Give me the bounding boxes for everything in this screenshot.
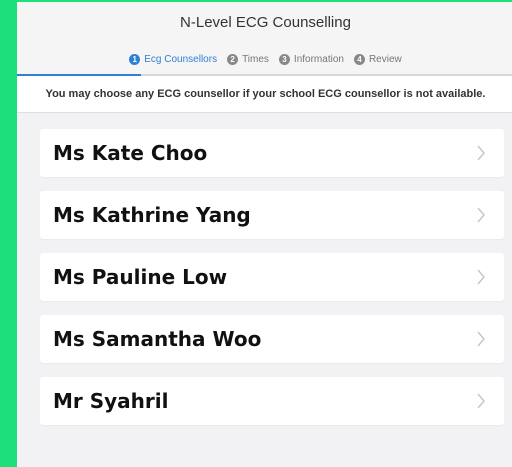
availability-notice: You may choose any ECG counsellor if you…	[17, 76, 512, 113]
counsellor-name: Ms Pauline Low	[53, 265, 228, 289]
step-ecg-counsellors[interactable]: 1 Ecg Counsellors	[129, 53, 218, 65]
step-label: Times	[242, 53, 269, 65]
counsellor-name: Mr Syahril	[53, 389, 169, 413]
window-frame: N-Level ECG Counselling 1 Ecg Counsellor…	[0, 0, 512, 467]
step-label: Information	[293, 53, 344, 65]
progress-fill	[17, 74, 142, 76]
page-title: N-Level ECG Counselling	[17, 2, 512, 44]
step-review[interactable]: 4 Review	[353, 53, 402, 65]
counsellor-item[interactable]: Ms Kathrine Yang	[40, 191, 504, 239]
step-number: 4	[353, 53, 365, 65]
chevron-right-icon	[474, 143, 488, 163]
step-times[interactable]: 2 Times	[227, 53, 269, 65]
step-indicator: 1 Ecg Counsellors 2 Times 3 Information …	[17, 44, 512, 74]
step-label: Ecg Counsellors	[144, 53, 218, 65]
chevron-right-icon	[474, 267, 488, 287]
counsellor-list: Ms Kate Choo Ms Kathrine Yang Ms Pauline…	[17, 113, 512, 425]
chevron-right-icon	[474, 329, 488, 349]
step-information[interactable]: 3 Information	[278, 53, 344, 65]
step-number: 3	[278, 53, 290, 65]
counsellor-name: Ms Kathrine Yang	[53, 203, 251, 227]
counsellor-item[interactable]: Ms Pauline Low	[40, 253, 504, 301]
counsellor-item[interactable]: Ms Samantha Woo	[40, 315, 504, 363]
counsellor-item[interactable]: Mr Syahril	[40, 377, 504, 425]
counsellor-item[interactable]: Ms Kate Choo	[40, 129, 504, 177]
progress-bar	[17, 74, 512, 76]
counsellor-name: Ms Kate Choo	[53, 141, 208, 165]
counsellor-name: Ms Samantha Woo	[53, 327, 262, 351]
step-number: 1	[129, 53, 141, 65]
chevron-right-icon	[474, 205, 488, 225]
chevron-right-icon	[474, 391, 488, 411]
step-label: Review	[368, 53, 402, 65]
step-number: 2	[227, 53, 239, 65]
app-panel: N-Level ECG Counselling 1 Ecg Counsellor…	[17, 2, 512, 467]
